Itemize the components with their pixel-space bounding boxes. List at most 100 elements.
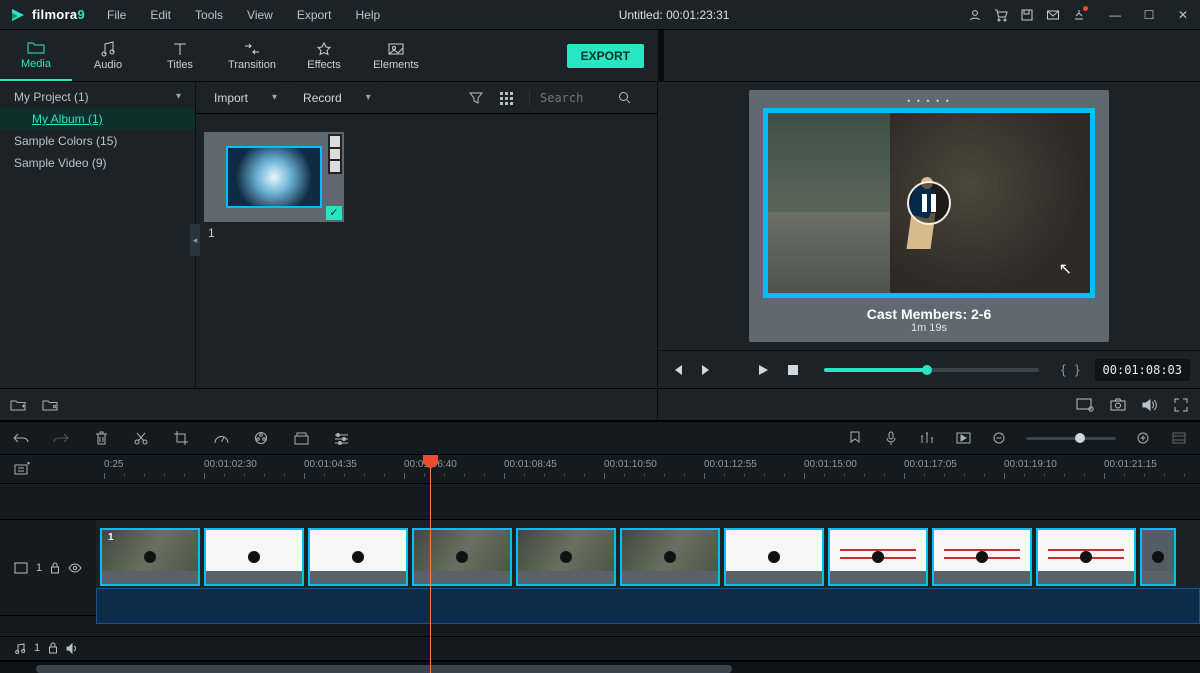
account-icon[interactable] (968, 8, 982, 22)
timeline-clip[interactable] (1140, 528, 1176, 586)
media-thumb-frame: ✓ (204, 132, 344, 222)
video-track-lane[interactable]: 1 (96, 520, 1200, 615)
ruler-tick: 00:01:08:45 (504, 459, 557, 470)
speaker-icon[interactable] (66, 643, 80, 654)
volume-icon[interactable] (1142, 398, 1158, 412)
preview-footer (658, 388, 1200, 420)
menu-tools[interactable]: Tools (183, 0, 235, 30)
tree-my-album[interactable]: My Album (1) (0, 108, 195, 130)
import-dropdown[interactable]: Import▾ (204, 87, 287, 109)
tab-effects[interactable]: Effects (288, 30, 360, 81)
prev-frame-button[interactable] (668, 363, 686, 377)
maximize-button[interactable]: ☐ (1132, 0, 1166, 30)
fullscreen-icon[interactable] (1174, 398, 1188, 412)
search-input[interactable] (538, 90, 618, 106)
delete-folder-icon[interactable] (42, 398, 58, 412)
grid-view-icon[interactable] (499, 91, 523, 105)
timeline-ruler[interactable]: 0:2500:01:02:3000:01:04:3500:01:06:4000:… (96, 455, 1200, 483)
tree-my-project[interactable]: My Project (1) ▾ (0, 86, 195, 108)
tab-audio[interactable]: Audio (72, 30, 144, 81)
tree-sample-video[interactable]: Sample Video (9) (0, 152, 195, 174)
crop-icon[interactable] (172, 431, 190, 445)
timeline-clip[interactable] (724, 528, 824, 586)
caption-line2: 1m 19s (763, 322, 1095, 334)
menu-edit[interactable]: Edit (138, 0, 183, 30)
ruler-tick: 00:01:12:55 (704, 459, 757, 470)
next-frame-button[interactable] (698, 363, 716, 377)
record-dropdown[interactable]: Record▾ (293, 87, 381, 109)
cart-icon[interactable] (994, 8, 1008, 22)
audio-track-number: 1 (34, 642, 40, 654)
timeline-clip[interactable] (932, 528, 1032, 586)
timeline-clip[interactable] (516, 528, 616, 586)
split-icon[interactable] (132, 431, 150, 445)
render-preview-icon[interactable] (954, 432, 972, 444)
tab-transition-label: Transition (228, 59, 276, 71)
lock-icon[interactable] (48, 642, 58, 654)
menu-help[interactable]: Help (344, 0, 393, 30)
tab-titles[interactable]: Titles (144, 30, 216, 81)
export-button[interactable]: EXPORT (567, 44, 644, 68)
mark-in-out[interactable]: { } (1061, 362, 1082, 377)
display-settings-icon[interactable] (1076, 398, 1094, 412)
zoom-in-icon[interactable] (1134, 432, 1152, 445)
add-track-button[interactable] (0, 455, 96, 483)
marker-icon[interactable] (846, 431, 864, 445)
preview-scrubber[interactable] (824, 368, 1039, 372)
tab-media[interactable]: Media (0, 30, 72, 81)
menu-export[interactable]: Export (285, 0, 344, 30)
timeline-clip[interactable] (620, 528, 720, 586)
lock-icon[interactable] (50, 562, 60, 574)
chevron-down-icon: ▾ (366, 92, 371, 103)
spacer-track (0, 616, 1200, 637)
notify-icon[interactable] (1072, 8, 1086, 22)
elements-icon (386, 41, 406, 57)
new-folder-icon[interactable] (10, 398, 26, 412)
timeline-clip[interactable] (828, 528, 928, 586)
media-thumb[interactable]: ✓ 1 (204, 132, 344, 240)
delete-icon[interactable] (92, 431, 110, 445)
green-screen-icon[interactable] (292, 431, 310, 445)
mail-icon[interactable] (1046, 8, 1060, 22)
tree-sample-colors[interactable]: Sample Colors (15) (0, 130, 195, 152)
audio-mixer-icon[interactable] (918, 431, 936, 445)
tab-elements[interactable]: Elements (360, 30, 432, 81)
redo-icon[interactable] (52, 431, 70, 445)
tree-collapse-handle[interactable]: ◂ (190, 224, 200, 256)
timeline-clip[interactable]: 1 (100, 528, 200, 586)
filter-icon[interactable] (469, 91, 493, 105)
preview-canvas[interactable]: • • • • • ↖ Cast Members: 2-6 1m 19s (658, 82, 1200, 350)
stop-button[interactable] (784, 364, 802, 376)
timeline-clip[interactable] (412, 528, 512, 586)
play-button[interactable] (754, 363, 772, 377)
menu-file[interactable]: File (95, 0, 138, 30)
zoom-slider[interactable] (1026, 437, 1116, 440)
eye-icon[interactable] (68, 563, 82, 573)
close-button[interactable]: ✕ (1166, 0, 1200, 30)
ruler-tick: 00:01:19:10 (1004, 459, 1057, 470)
ruler-tick: 00:01:02:30 (204, 459, 257, 470)
timeline-clip[interactable] (308, 528, 408, 586)
minimize-button[interactable]: — (1098, 0, 1132, 30)
overlay-track (0, 484, 1200, 520)
audio-track-lane[interactable] (96, 637, 1200, 660)
timeline-scrollbar[interactable] (0, 661, 1200, 673)
color-icon[interactable] (252, 431, 270, 445)
search-box[interactable] (529, 90, 649, 106)
playhead[interactable] (430, 455, 431, 673)
timeline-clip[interactable] (204, 528, 304, 586)
voiceover-icon[interactable] (882, 431, 900, 445)
timeline-clip[interactable] (1036, 528, 1136, 586)
menu-view[interactable]: View (235, 0, 285, 30)
music-icon (98, 41, 118, 57)
snapshot-icon[interactable] (1110, 398, 1126, 411)
save-icon[interactable] (1020, 8, 1034, 22)
timeline-ruler-row: 0:2500:01:02:3000:01:04:3500:01:06:4000:… (0, 455, 1200, 484)
zoom-out-icon[interactable] (990, 432, 1008, 445)
zoom-fit-icon[interactable] (1170, 432, 1188, 444)
tab-transition[interactable]: Transition (216, 30, 288, 81)
pause-overlay-icon[interactable] (907, 181, 951, 225)
speed-icon[interactable] (212, 431, 230, 445)
adjust-icon[interactable] (332, 432, 350, 445)
undo-icon[interactable] (12, 431, 30, 445)
